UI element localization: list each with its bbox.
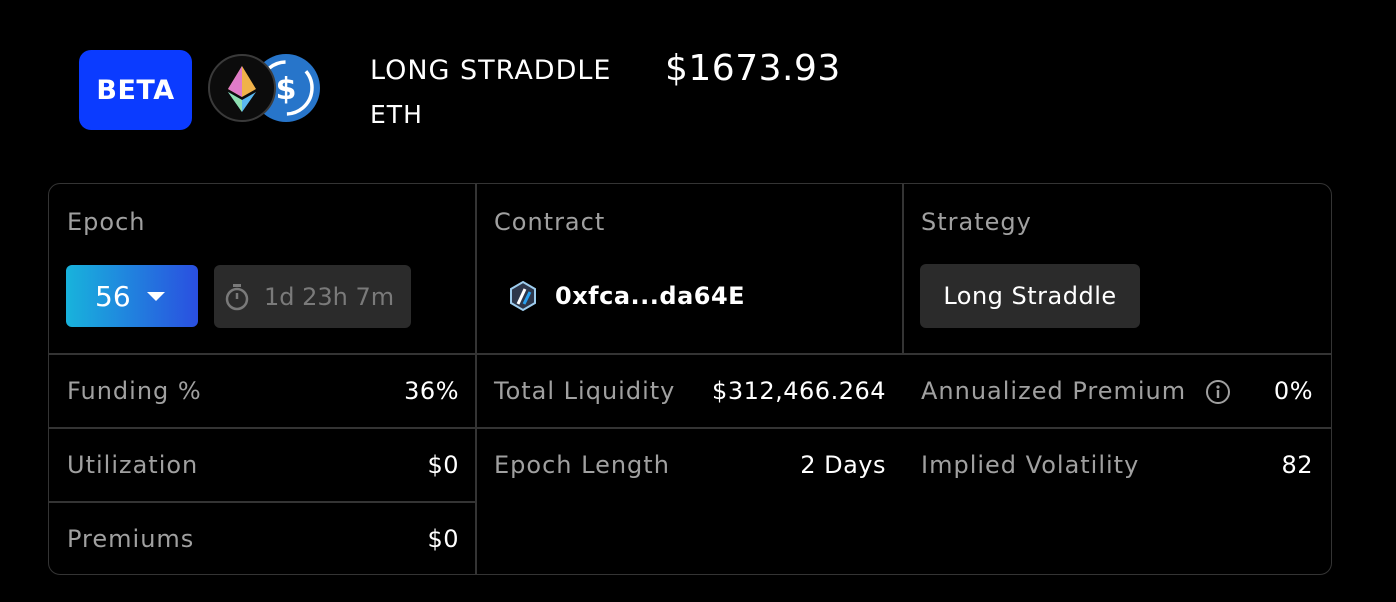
total-liquidity-value: $312,466.264 (712, 377, 886, 405)
vault-info-panel: Epoch 56 1d 23h 7m Contract 0xfca...da64… (48, 183, 1332, 575)
svg-text:$: $ (276, 72, 297, 107)
chevron-down-icon (146, 291, 165, 301)
beta-badge: BETA (79, 50, 192, 130)
asset-price: $1673.93 (665, 48, 841, 89)
contract-label: Contract (494, 208, 606, 236)
total-liquidity-label: Total Liquidity (494, 377, 676, 405)
annualized-premium-value: 0% (1273, 377, 1313, 405)
strategy-label: Strategy (921, 208, 1032, 236)
premiums-label: Premiums (67, 525, 195, 553)
epoch-select[interactable]: 56 (66, 265, 198, 327)
epoch-value: 56 (95, 279, 131, 313)
utilization-label: Utilization (67, 451, 199, 479)
epoch-length-value: 2 Days (800, 451, 886, 479)
implied-volatility-value: 82 (1281, 451, 1313, 479)
divider (49, 501, 475, 503)
info-icon[interactable] (1205, 379, 1231, 405)
funding-value: 36% (404, 377, 459, 405)
divider (475, 184, 477, 574)
annualized-premium-label: Annualized Premium (921, 377, 1231, 405)
utilization-value: $0 (427, 451, 459, 479)
epoch-timer: 1d 23h 7m (214, 265, 411, 328)
contract-link[interactable]: 0xfca...da64E (507, 280, 745, 312)
annualized-premium-text: Annualized Premium (921, 377, 1187, 405)
divider (902, 184, 904, 354)
arbitrum-icon (510, 280, 536, 312)
stopwatch-icon (225, 283, 249, 310)
premiums-value: $0 (427, 525, 459, 553)
strategy-badge: Long Straddle (920, 264, 1140, 328)
page-header: BETA $ LONG STRADDLE ETH $1673.93 (79, 48, 979, 130)
contract-address: 0xfca...da64E (555, 282, 746, 310)
page-title: LONG STRADDLE (370, 55, 612, 86)
epoch-label: Epoch (67, 208, 146, 236)
funding-label: Funding % (67, 377, 202, 405)
implied-volatility-label: Implied Volatility (921, 451, 1140, 479)
epoch-timer-text: 1d 23h 7m (264, 282, 395, 311)
eth-icon (208, 54, 276, 122)
epoch-length-label: Epoch Length (494, 451, 670, 479)
divider (49, 353, 1331, 355)
asset-symbol: ETH (370, 100, 423, 129)
divider (49, 427, 1331, 429)
